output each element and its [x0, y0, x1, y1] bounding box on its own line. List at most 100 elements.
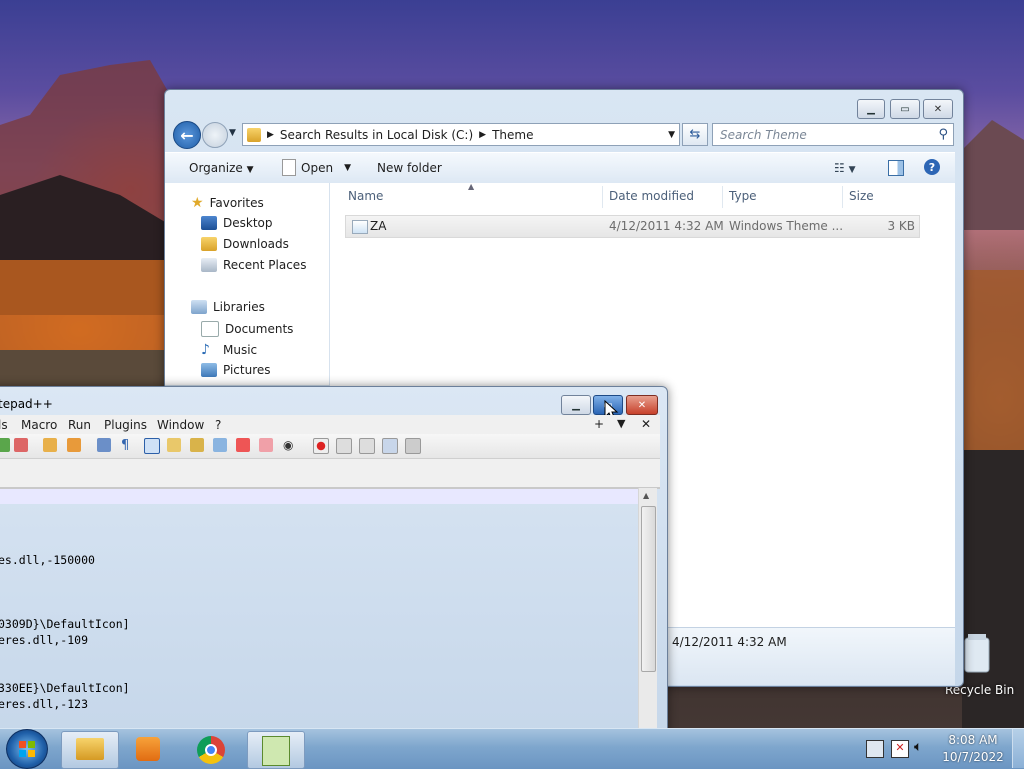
address-dropdown-icon[interactable]: ▼ [668, 130, 675, 140]
view-options-button[interactable]: ☷ ▼ [834, 161, 856, 175]
recycle-bin-icon[interactable] [962, 632, 992, 674]
column-header-type[interactable]: Type [729, 189, 757, 203]
help-button[interactable]: ? [924, 159, 940, 175]
windows-logo-icon [19, 741, 35, 757]
menu-plugins[interactable]: Plugins [104, 418, 147, 432]
column-header-name[interactable]: Name [348, 189, 383, 203]
close-button[interactable]: ✕ [626, 395, 658, 415]
back-button[interactable]: ← [173, 121, 201, 149]
refresh-button[interactable]: ⇆ [682, 123, 708, 146]
table-row[interactable]: ZA 4/12/2011 4:32 AM Windows Theme ... 3… [345, 215, 920, 238]
folder-icon [247, 127, 261, 142]
menu-run[interactable]: Run [68, 418, 91, 432]
network-icon[interactable] [866, 740, 884, 758]
wrap-icon[interactable] [97, 438, 111, 452]
preview-pane-button[interactable] [888, 160, 904, 176]
details-date-modified: 4/12/2011 4:32 AM [672, 635, 787, 649]
record-macro-icon[interactable] [313, 438, 329, 454]
menu-tools[interactable]: ls [0, 418, 8, 432]
search-input[interactable]: Search Theme [720, 128, 807, 142]
minimize-button[interactable]: ▁ [857, 99, 885, 119]
new-tab-button[interactable]: + [594, 417, 604, 431]
play-macro-icon[interactable] [359, 438, 375, 454]
editor-line: 0309D}\DefaultIcon] [0, 617, 130, 631]
nav-label: Pictures [223, 363, 271, 377]
editor-line: 330EE}\DefaultIcon] [0, 681, 130, 695]
zoom-icon[interactable] [167, 438, 181, 452]
pilcrow-icon[interactable]: ¶ [121, 438, 135, 453]
nav-favorites[interactable]: ★ Favorites [191, 195, 264, 211]
downloads-folder-icon [201, 237, 217, 251]
nav-desktop[interactable]: Desktop [201, 216, 273, 230]
minimize-button[interactable]: ▁ [561, 395, 591, 415]
taskbar-explorer-button[interactable] [61, 731, 119, 769]
folder-as-workspace-icon[interactable] [259, 438, 273, 452]
menu-window[interactable]: Window [157, 418, 204, 432]
find-icon[interactable] [43, 438, 57, 452]
column-header-size[interactable]: Size [849, 189, 874, 203]
recent-pages-dropdown[interactable]: ▼ [229, 128, 236, 138]
nav-libraries[interactable]: Libraries [191, 300, 265, 314]
nav-documents[interactable]: Documents [201, 321, 293, 337]
close-tab-button[interactable]: ✕ [641, 417, 651, 431]
copy-icon[interactable] [213, 438, 227, 452]
nav-music[interactable]: ♪ Music [201, 342, 257, 358]
editor-area[interactable]: es.dll,-150000 0309D}\DefaultIcon] eres.… [0, 488, 638, 728]
list-view-icon: ☷ [834, 161, 845, 175]
close-button[interactable]: ✕ [923, 99, 953, 119]
menu-macro[interactable]: Macro [21, 418, 57, 432]
taskbar-media-player-button[interactable] [120, 731, 176, 767]
desktop-icon [201, 216, 217, 230]
scroll-up-icon[interactable]: ▲ [643, 491, 649, 500]
action-center-icon[interactable]: ✕ [891, 740, 909, 758]
chevron-down-icon: ▼ [344, 162, 351, 173]
volume-icon[interactable]: 🔈︎ [914, 739, 922, 755]
column-divider[interactable] [842, 186, 843, 208]
undo-icon[interactable] [14, 438, 28, 452]
nav-label: Documents [225, 322, 294, 336]
document-icon [282, 159, 296, 176]
address-bar[interactable]: ▶ Search Results in Local Disk (C:) ▶ Th… [242, 123, 680, 146]
search-box[interactable]: Search Theme ⚲ [712, 123, 954, 146]
replace-icon[interactable] [67, 438, 81, 452]
editor-line: eres.dll,-109 [0, 633, 89, 647]
indent-guide-icon[interactable] [144, 438, 160, 454]
new-folder-button[interactable]: New folder [377, 161, 442, 175]
menu-help[interactable]: ? [215, 418, 221, 432]
maximize-button[interactable]: ▭ [890, 99, 920, 119]
open-button[interactable]: Open ▼ [282, 159, 351, 176]
breadcrumb-item[interactable]: Search Results in Local Disk (C:) [280, 128, 473, 142]
clock[interactable]: 8:08 AM 10/7/2022 [940, 733, 1006, 764]
nav-recent-places[interactable]: Recent Places [201, 258, 306, 272]
column-divider[interactable] [602, 186, 603, 208]
breadcrumb-item[interactable]: Theme [492, 128, 533, 142]
nav-label: Downloads [223, 237, 289, 251]
forward-button[interactable] [202, 122, 228, 148]
monitor-icon[interactable]: ◉ [283, 438, 297, 452]
stop-macro-icon[interactable] [336, 438, 352, 454]
start-button[interactable] [6, 729, 48, 769]
taskbar-notepadpp-button[interactable] [247, 731, 305, 769]
tab-list-button[interactable]: ▼ [617, 417, 625, 430]
nav-label: Recent Places [223, 258, 307, 272]
column-divider[interactable] [722, 186, 723, 208]
scrollbar-thumb[interactable] [641, 506, 656, 672]
folding-icon[interactable] [236, 438, 250, 452]
redo-icon[interactable] [0, 438, 10, 452]
sync-scroll-icon[interactable] [190, 438, 204, 452]
run-macro-multiple-icon[interactable] [382, 438, 398, 454]
vertical-scrollbar[interactable]: ▲ [638, 488, 657, 728]
show-desktop-button[interactable] [1012, 729, 1024, 768]
notepadpp-icon [262, 736, 290, 766]
nav-downloads[interactable]: Downloads [201, 237, 289, 251]
organize-button[interactable]: Organize ▼ [189, 161, 254, 175]
nav-pictures[interactable]: Pictures [201, 363, 271, 377]
folder-icon [76, 738, 104, 760]
search-icon[interactable]: ⚲ [938, 127, 948, 142]
save-macro-icon[interactable] [405, 438, 421, 454]
file-size: 3 KB [887, 219, 915, 233]
help-icon: ? [928, 160, 936, 174]
column-header-date[interactable]: Date modified [609, 189, 694, 203]
taskbar-chrome-button[interactable] [183, 731, 239, 767]
editor-line: eres.dll,-123 [0, 697, 89, 711]
